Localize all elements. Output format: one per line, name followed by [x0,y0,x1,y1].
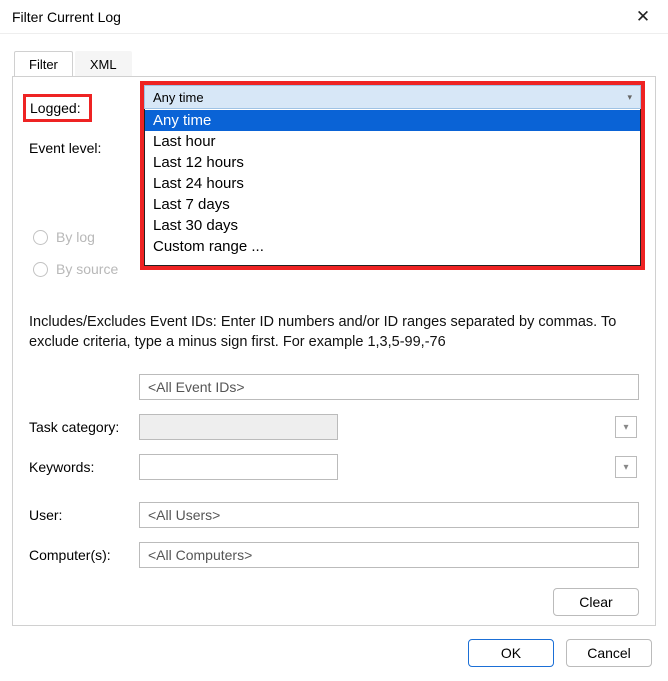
tab-bar: Filter XML [14,48,668,76]
close-icon[interactable]: ✕ [628,7,658,27]
keywords-dropdown-icon[interactable]: ▾ [615,456,637,478]
radio-icon [33,230,48,245]
dropdown-item[interactable]: Last 12 hours [145,152,640,173]
keywords-label: Keywords: [29,459,139,475]
by-log-label: By log [56,229,95,245]
dropdown-header[interactable]: Any time ▾ [144,85,641,109]
event-level-label: Event level: [29,140,139,156]
footer-buttons: OK Cancel [468,639,652,667]
cancel-button[interactable]: Cancel [566,639,652,667]
radio-icon [33,262,48,277]
tab-filter[interactable]: Filter [14,51,73,77]
ok-button[interactable]: OK [468,639,554,667]
dropdown-item[interactable]: Last 30 days [145,215,640,236]
user-input[interactable] [139,502,639,528]
chevron-down-icon: ▾ [627,92,632,103]
keywords-input[interactable] [139,454,338,480]
logged-dropdown[interactable]: Any time ▾ Any time Last hour Last 12 ho… [140,81,645,270]
user-label: User: [29,507,139,523]
task-category-input [139,414,338,440]
dropdown-item[interactable]: Last 7 days [145,194,640,215]
by-source-label: By source [56,261,118,277]
dropdown-selected: Any time [153,90,204,105]
titlebar: Filter Current Log ✕ [0,0,668,34]
dropdown-list: Any time Last hour Last 12 hours Last 24… [144,109,641,266]
event-ids-input[interactable] [139,374,639,400]
tab-xml[interactable]: XML [75,51,132,77]
logged-highlight: Logged: [23,94,92,122]
computers-label: Computer(s): [29,547,139,563]
dropdown-item[interactable]: Custom range ... [145,236,640,257]
computers-input[interactable] [139,542,639,568]
logged-label: Logged: [29,100,139,116]
help-text: Includes/Excludes Event IDs: Enter ID nu… [29,313,639,352]
dropdown-item[interactable]: Any time [145,110,640,131]
dropdown-item[interactable]: Last hour [145,131,640,152]
clear-button[interactable]: Clear [553,588,639,616]
task-category-dropdown-icon: ▾ [615,416,637,438]
filter-panel: Logged: Event level: Any time ▾ Any time… [12,76,656,626]
window-title: Filter Current Log [12,9,121,25]
task-category-label: Task category: [29,419,139,435]
dropdown-item[interactable]: Last 24 hours [145,173,640,194]
